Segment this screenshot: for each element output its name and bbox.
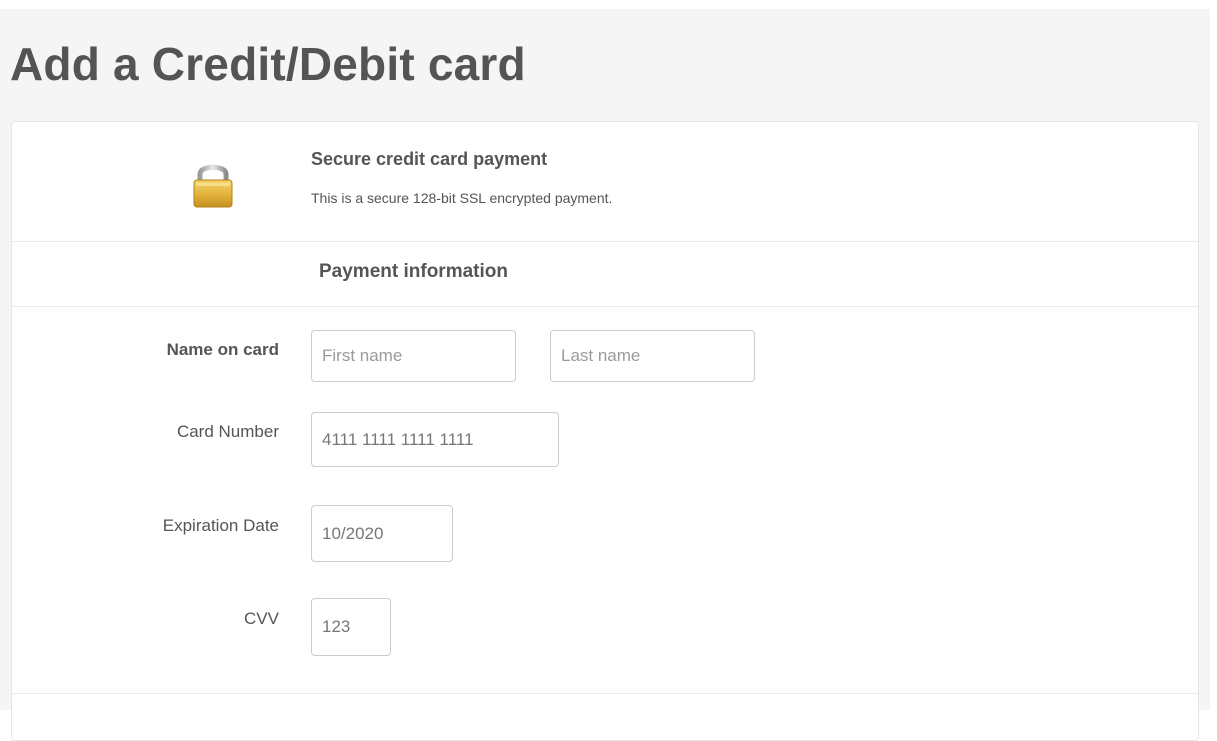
page-title: Add a Credit/Debit card: [10, 38, 526, 90]
payment-information-heading: Payment information: [319, 261, 508, 282]
name-on-card-label: Name on card: [166, 340, 279, 359]
card-number-label: Card Number: [176, 422, 279, 441]
payment-card-panel: Secure credit card payment This is a sec…: [11, 121, 1199, 741]
last-name-input[interactable]: [550, 330, 755, 382]
card-number-input[interactable]: [311, 412, 559, 467]
section-divider: [12, 693, 1198, 694]
expiration-date-label: Expiration Date: [162, 516, 279, 535]
first-name-input[interactable]: [311, 330, 516, 382]
secure-payment-title: Secure credit card payment: [311, 149, 548, 169]
secure-payment-description: This is a secure 128-bit SSL encrypted p…: [311, 190, 613, 206]
expiration-date-input[interactable]: [311, 505, 453, 562]
secure-payment-section: Secure credit card payment This is a sec…: [12, 122, 1198, 242]
cvv-label: CVV: [244, 609, 279, 628]
payment-information-section: Payment information: [12, 241, 1198, 307]
cvv-input[interactable]: [311, 598, 391, 656]
lock-icon: [193, 164, 233, 208]
